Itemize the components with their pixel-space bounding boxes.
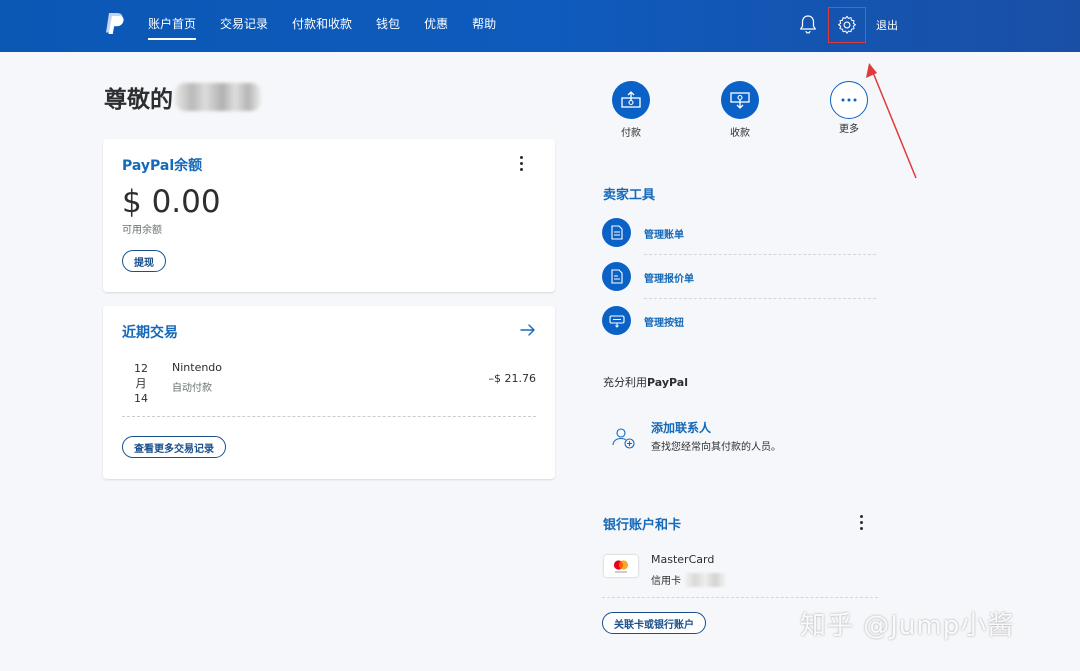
nav-home[interactable]: 账户首页 [148,0,197,52]
send-money-label: 付款 [621,128,641,139]
recent-transactions-card: 近期交易 12 月 14 Nintendo 自动付款 –$ 21.76 查看更多… [103,306,555,479]
divider [602,597,878,598]
watermark: 知乎 @Jump小酱 [800,611,1015,641]
more-label: 更多 [839,124,859,135]
manage-buttons-item[interactable]: 管理按钮 [602,306,876,342]
nav-send-request[interactable]: 付款和收款 [292,0,352,52]
recent-transactions-title[interactable]: 近期交易 [122,322,178,342]
transaction-type: 自动付款 [172,383,212,394]
divider [644,254,876,255]
nav-wallet[interactable]: 钱包 [376,0,400,52]
estimate-icon [602,262,631,291]
add-contact-link[interactable]: 添加联系人 [651,419,711,436]
manage-estimates-label: 管理报价单 [644,274,694,285]
redacted-card-number [685,572,725,587]
banks-cards-title[interactable]: 银行账户和卡 [603,514,681,533]
mastercard-logo [604,555,638,577]
balance-subtitle: 可用余额 [122,225,162,236]
button-icon [602,306,631,335]
request-money-action[interactable]: 收款 [710,81,770,139]
send-money-icon [612,81,650,119]
divider [644,298,876,299]
arrow-right-icon[interactable] [519,321,537,339]
view-more-transactions-button[interactable]: 查看更多交易记录 [122,436,226,458]
bell-icon[interactable] [797,13,819,35]
leverage-paypal-heading: 充分利用PayPal [603,376,688,389]
more-actions[interactable]: 更多 [819,81,879,135]
link-card-or-bank-button[interactable]: 关联卡或银行账户 [602,612,706,634]
withdraw-button[interactable]: 提现 [122,250,166,272]
card-name[interactable]: MasterCard [651,553,714,566]
add-contact-icon[interactable] [611,425,637,451]
nav-help[interactable]: 帮助 [472,0,496,52]
card-type: 信用卡 [651,572,725,587]
transaction-date: 12 月 14 [134,362,148,405]
nav-activity[interactable]: 交易记录 [220,0,268,52]
balance-card: PayPal余额 $ 0.00 可用余额 提现 [103,139,555,292]
transaction-amount: –$ 21.76 [488,372,537,385]
redacted-username [175,83,261,111]
nav-offers[interactable]: 优惠 [424,0,448,52]
request-money-icon [721,81,759,119]
transaction-merchant[interactable]: Nintendo [172,361,222,374]
manage-invoices-label: 管理账单 [644,230,684,241]
balance-title[interactable]: PayPal余额 [122,155,202,175]
send-money-action[interactable]: 付款 [601,81,661,139]
divider [122,416,536,417]
add-contact-description: 查找您经常向其付款的人员。 [651,442,781,453]
request-money-label: 收款 [730,128,750,139]
banks-options-icon[interactable] [860,515,864,530]
more-icon [830,81,868,119]
logout-link[interactable]: 退出 [876,17,898,33]
greeting-text: 尊敬的 [104,87,173,113]
gear-icon [838,15,856,34]
manage-invoices-item[interactable]: 管理账单 [602,218,876,255]
invoice-icon [602,218,631,247]
main-nav: 账户首页 交易记录 付款和收款 钱包 优惠 帮助 [148,0,520,52]
greeting-heading: 尊敬的 [104,80,261,114]
settings-button[interactable] [828,7,866,43]
manage-estimates-item[interactable]: 管理报价单 [602,262,876,299]
top-navigation-bar: 账户首页 交易记录 付款和收款 钱包 优惠 帮助 退出 [0,0,1080,52]
balance-amount: $ 0.00 [122,184,221,220]
seller-tools-title: 卖家工具 [603,188,656,203]
paypal-logo[interactable] [104,12,126,36]
manage-buttons-label: 管理按钮 [644,318,684,329]
balance-options-icon[interactable] [520,156,524,171]
